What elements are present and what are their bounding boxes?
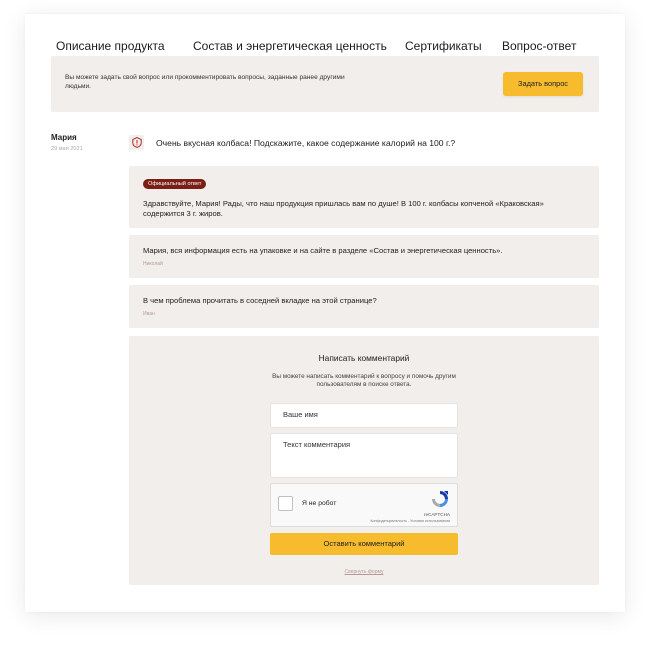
recaptcha-links[interactable]: Конфиденциальность - Условия использован…	[370, 519, 450, 523]
ask-question-hint: Вы можете задать свой вопрос или прокомм…	[65, 74, 345, 90]
recaptcha-label: Я не робот	[302, 500, 337, 507]
qa-card: Описание продукта Состав и энергетическа…	[25, 14, 625, 612]
tab-certificates[interactable]: Сертификаты	[405, 39, 482, 53]
ask-question-bar: Вы можете задать свой вопрос или прокомм…	[51, 56, 599, 112]
answer-text: Мария, вся информация есть на упаковке и…	[143, 246, 503, 255]
recaptcha-brand: reCAPTCHA	[423, 512, 450, 517]
answer-author: Иван	[143, 311, 155, 317]
comment-form: Написать комментарий Вы можете написать …	[129, 336, 599, 585]
recaptcha-logo-icon	[432, 491, 448, 507]
tab-description[interactable]: Описание продукта	[56, 39, 165, 53]
product-tabs: Описание продукта Состав и энергетическа…	[56, 39, 594, 55]
comment-form-title: Написать комментарий	[318, 353, 410, 363]
answer-official: Официальный ответ Здравствуйте, Мария! Р…	[129, 166, 599, 228]
question-shield-icon	[129, 135, 144, 150]
submit-comment-button[interactable]: Оставить комментарий	[270, 533, 458, 555]
tab-qa[interactable]: Вопрос-ответ	[502, 39, 576, 53]
recaptcha-widget: Я не робот reCAPTCHA Конфиденциальность …	[270, 483, 458, 527]
comment-form-subtitle: Вы можете написать комментарий к вопросу…	[272, 373, 456, 389]
question-text: Очень вкусная колбаса! Подскажите, какое…	[156, 138, 456, 148]
ask-question-button[interactable]: Задать вопрос	[503, 72, 583, 96]
comment-textarea[interactable]: Текст комментария	[270, 433, 458, 478]
answer-item: Мария, вся информация есть на упаковке и…	[129, 235, 599, 278]
tab-composition[interactable]: Состав и энергетическая ценность	[193, 39, 387, 53]
answer-author: Николай	[143, 261, 163, 267]
question-date: 29 мая 2021	[51, 146, 83, 152]
question-author: Мария	[51, 133, 77, 142]
answer-item: В чем проблема прочитать в соседней вкла…	[129, 285, 599, 328]
collapse-form-link[interactable]: Свернуть форму	[129, 569, 599, 575]
answer-text: Здравствуйте, Мария! Рады, что наш проду…	[143, 199, 544, 218]
name-input[interactable]: Ваше имя	[270, 403, 458, 428]
answer-text: В чем проблема прочитать в соседней вкла…	[143, 296, 377, 305]
recaptcha-checkbox[interactable]	[278, 496, 293, 511]
official-answer-badge: Официальный ответ	[143, 179, 207, 189]
